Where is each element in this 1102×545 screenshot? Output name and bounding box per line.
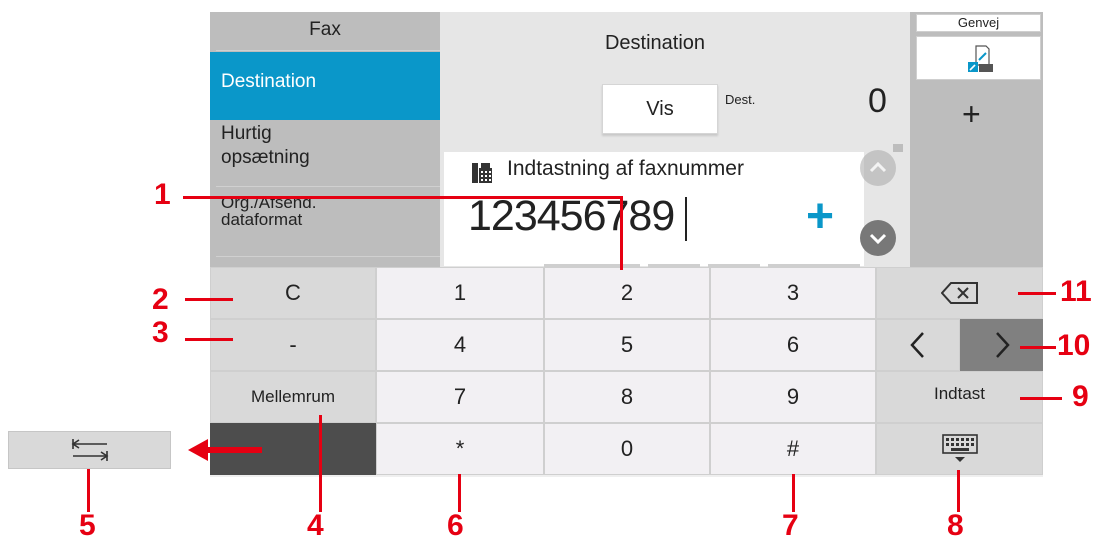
callout-3: 3 [152,316,169,349]
menu-item-label: dataformat [221,210,303,229]
menu-divider [216,256,440,257]
cursor-left-key[interactable] [876,319,960,371]
shortcut-label: Genvej [916,14,1041,32]
key-6[interactable]: 6 [710,319,876,371]
enter-key[interactable]: Indtast [876,371,1043,423]
key-label: Mellemrum [250,387,336,406]
callout-4: 4 [307,509,324,542]
key-5[interactable]: 5 [544,319,710,371]
callout-line-1 [620,196,623,270]
key-label: 5 [620,332,634,357]
key-2[interactable]: 2 [544,267,710,319]
callout-line-11 [1018,292,1056,295]
fax-machine-icon [472,163,492,183]
shortcut-button[interactable] [916,36,1041,80]
hyphen-key[interactable]: - [210,319,376,371]
menu-item-label: opsætning [221,147,310,168]
callout-6: 6 [447,509,464,542]
key-label: 1 [453,280,467,305]
key-asterisk[interactable]: * [376,423,544,475]
key-label: 7 [453,384,467,409]
callout-line-1 [183,196,623,199]
key-label: 2 [620,280,634,305]
vis-button-label: Vis [646,97,674,120]
vis-button[interactable]: Vis [602,84,718,134]
chevron-down-icon [869,233,887,245]
dest-count: 0 [868,82,887,120]
menu-item-label: Destination [221,71,317,92]
tab-icon [71,439,109,461]
clear-key[interactable]: C [210,267,376,319]
callout-line-6 [458,474,461,512]
key-4[interactable]: 4 [376,319,544,371]
menu-item-label: Hurtig [221,123,272,144]
menu-divider [216,186,440,187]
key-label: 3 [786,280,800,305]
dest-label: Dest. [725,92,756,107]
key-hash[interactable]: # [710,423,876,475]
menu-item-destination[interactable]: Destination [210,52,440,120]
arrow-left-icon [188,439,262,461]
key-label: - [289,332,297,357]
key-label: Indtast [933,384,986,403]
key-label: 0 [620,436,634,461]
shortcut-icon [968,45,993,72]
key-label: 8 [620,384,634,409]
hide-keyboard-key[interactable] [876,423,1043,475]
chevron-right-icon [995,332,1010,358]
key-8[interactable]: 8 [544,371,710,423]
tab-key[interactable] [8,431,171,469]
key-label: 9 [786,384,800,409]
callout-line-8 [957,470,960,512]
add-shortcut-button[interactable]: + [962,96,981,133]
callout-2: 2 [152,283,169,316]
callout-11: 11 [1060,275,1092,308]
callout-9: 9 [1072,380,1089,413]
text-cursor [685,197,687,241]
key-label: C [285,280,301,305]
callout-line-5 [87,469,90,512]
fax-number-value: 123456789 [468,192,675,240]
callout-line-9 [1020,397,1062,400]
keyboard-icon [941,434,978,462]
add-destination-button[interactable]: + [806,193,834,241]
destination-title: Destination [604,32,706,54]
space-key[interactable]: Mellemrum [210,371,376,423]
chevron-up-icon [869,161,887,173]
callout-line-7 [792,474,795,512]
chevron-left-icon [910,332,924,358]
callout-line-10 [1020,346,1056,349]
scroll-up-button[interactable] [860,150,896,186]
callout-5: 5 [79,509,96,542]
key-label: 6 [786,332,800,357]
menu-title: Fax [309,19,341,40]
menu-item-org-afsend-dataformat[interactable]: Org./Afsend. dataformat [210,194,440,254]
key-1[interactable]: 1 [376,267,544,319]
key-label: # [786,436,800,461]
key-label: * [455,436,465,461]
callout-8: 8 [947,509,964,542]
backspace-icon [940,282,978,304]
cursor-right-key[interactable] [960,319,1043,371]
key-9[interactable]: 9 [710,371,876,423]
menu-divider [216,50,440,51]
key-7[interactable]: 7 [376,371,544,423]
key-0[interactable]: 0 [544,423,710,475]
fax-input-label: Indtastning af faxnummer [507,157,744,180]
callout-line-2 [185,298,233,301]
menu-item-hurtig-opsaetning[interactable]: Hurtig opsætning [210,122,440,182]
key-3[interactable]: 3 [710,267,876,319]
callout-line-4 [319,415,322,512]
callout-1: 1 [154,178,171,211]
callout-line-3 [185,338,233,341]
scroll-down-button[interactable] [860,220,896,256]
callout-7: 7 [782,509,799,542]
callout-10: 10 [1057,329,1091,362]
key-label: 4 [453,332,467,357]
